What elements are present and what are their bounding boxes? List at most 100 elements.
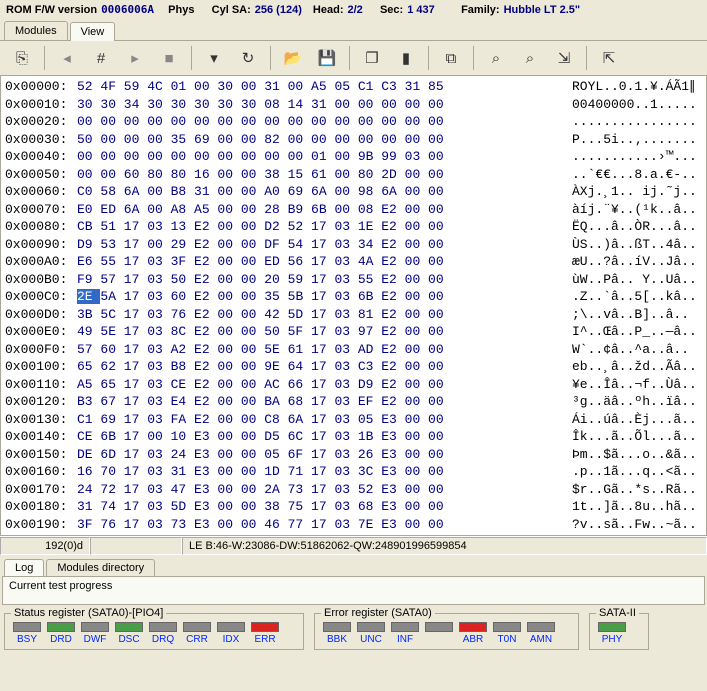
- hex-ascii[interactable]: W`..¢â..^a..­â..: [562, 341, 702, 359]
- hex-row[interactable]: 0x00040:00 00 00 00 00 00 00 00 00 00 01…: [5, 148, 702, 166]
- hex-row[interactable]: 0x00140:CE 6B 17 00 10 E3 00 00 D5 6C 17…: [5, 428, 702, 446]
- back-icon[interactable]: ◂: [51, 45, 83, 71]
- hex-bytes[interactable]: 49 5E 17 03 8C E2 00 00 50 5F 17 03 97 E…: [77, 323, 562, 341]
- hex-row[interactable]: 0x00110:A5 65 17 03 CE E2 00 00 AC 66 17…: [5, 376, 702, 394]
- find-icon[interactable]: ⌕: [480, 45, 512, 71]
- hex-bytes[interactable]: 3F 76 17 03 73 E3 00 00 46 77 17 03 7E E…: [77, 516, 562, 534]
- hex-bytes[interactable]: C1 69 17 03 FA E2 00 00 C8 6A 17 03 05 E…: [77, 411, 562, 429]
- hex-row[interactable]: 0x000A0:E6 55 17 03 3F E2 00 00 ED 56 17…: [5, 253, 702, 271]
- hex-bytes[interactable]: CB 51 17 03 13 E2 00 00 D2 52 17 03 1E E…: [77, 218, 562, 236]
- tab-view[interactable]: View: [70, 22, 116, 41]
- hex-bytes[interactable]: 31 74 17 03 5D E3 00 00 38 75 17 03 68 E…: [77, 498, 562, 516]
- hex-bytes[interactable]: 57 60 17 03 A2 E2 00 00 5E 61 17 03 AD E…: [77, 341, 562, 359]
- hex-bytes[interactable]: 00 00 60 80 80 16 00 00 38 15 61 00 80 2…: [77, 166, 562, 184]
- hex-ascii[interactable]: ùW..Pâ.. Y..Uâ..: [562, 271, 702, 289]
- hex-ascii[interactable]: I^..Œâ..P_..—â..: [562, 323, 702, 341]
- hex-row[interactable]: 0x00070:E0 ED 6A 00 A8 A5 00 00 28 B9 6B…: [5, 201, 702, 219]
- copy-icon[interactable]: ❐: [356, 45, 388, 71]
- hex-bytes[interactable]: 65 62 17 03 B8 E2 00 00 9E 64 17 03 C3 E…: [77, 358, 562, 376]
- export-icon[interactable]: ⇲: [548, 45, 580, 71]
- hex-address: 0x000A0:: [5, 253, 77, 271]
- hex-row[interactable]: 0x00160:16 70 17 03 31 E3 00 00 1D 71 17…: [5, 463, 702, 481]
- hex-row[interactable]: 0x00010:30 30 34 30 30 30 30 30 08 14 31…: [5, 96, 702, 114]
- hex-bytes[interactable]: 30 30 34 30 30 30 30 30 08 14 31 00 00 0…: [77, 96, 562, 114]
- hex-bytes[interactable]: F9 57 17 03 50 E2 00 00 20 59 17 03 55 E…: [77, 271, 562, 289]
- dropdown-icon[interactable]: ▾: [198, 45, 230, 71]
- hex-row[interactable]: 0x000D0:3B 5C 17 03 76 E2 00 00 42 5D 17…: [5, 306, 702, 324]
- hex-bytes[interactable]: 24 72 17 03 47 E3 00 00 2A 73 17 03 52 E…: [77, 481, 562, 499]
- hex-bytes[interactable]: E0 ED 6A 00 A8 A5 00 00 28 B9 6B 00 08 E…: [77, 201, 562, 219]
- hex-ascii[interactable]: P...5i..‚.......: [562, 131, 702, 149]
- hex-bytes[interactable]: B3 67 17 03 E4 E2 00 00 BA 68 17 03 EF E…: [77, 393, 562, 411]
- forward-icon[interactable]: ▸: [119, 45, 151, 71]
- find-next-icon[interactable]: ⌕: [514, 45, 546, 71]
- hex-row[interactable]: 0x00150:DE 6D 17 03 24 E3 00 00 05 6F 17…: [5, 446, 702, 464]
- tab-modules[interactable]: Modules: [4, 21, 68, 40]
- stop-icon[interactable]: ■: [153, 45, 185, 71]
- hex-ascii[interactable]: ËQ...â..ÒR...â..: [562, 218, 702, 236]
- hex-ascii[interactable]: Þm..$ã...o..&ã..: [562, 446, 702, 464]
- hex-ascii[interactable]: ..`€€...8.a.€-..: [562, 166, 702, 184]
- hex-row[interactable]: 0x00020:00 00 00 00 00 00 00 00 00 00 00…: [5, 113, 702, 131]
- reload-icon[interactable]: ↻: [232, 45, 264, 71]
- hex-row[interactable]: 0x00060:C0 58 6A 00 B8 31 00 00 A0 69 6A…: [5, 183, 702, 201]
- hex-row[interactable]: 0x00100:65 62 17 03 B8 E2 00 00 9E 64 17…: [5, 358, 702, 376]
- hex-ascii[interactable]: 1t..]ã..8u..hã..: [562, 498, 702, 516]
- hex-row[interactable]: 0x00120:B3 67 17 03 E4 E2 00 00 BA 68 17…: [5, 393, 702, 411]
- open-icon[interactable]: 📂: [277, 45, 309, 71]
- hex-bytes[interactable]: 2E 5A 17 03 60 E2 00 00 35 5B 17 03 6B E…: [77, 288, 562, 306]
- grid-icon[interactable]: #: [85, 45, 117, 71]
- hex-row[interactable]: 0x00190:3F 76 17 03 73 E3 00 00 46 77 17…: [5, 516, 702, 534]
- hex-bytes[interactable]: D9 53 17 00 29 E2 00 00 DF 54 17 03 34 E…: [77, 236, 562, 254]
- hex-bytes[interactable]: C0 58 6A 00 B8 31 00 00 A0 69 6A 00 98 6…: [77, 183, 562, 201]
- tab-modules-dir[interactable]: Modules directory: [46, 559, 155, 576]
- hex-ascii[interactable]: æU..?â..íV..Jâ..: [562, 253, 702, 271]
- paste-icon[interactable]: ▮: [390, 45, 422, 71]
- hex-ascii[interactable]: eb..¸â..žd..Ãâ..: [562, 358, 702, 376]
- hex-ascii[interactable]: ROYL..0.1.¥.ÁÃ1∥: [562, 78, 702, 96]
- save-icon[interactable]: 💾: [311, 45, 343, 71]
- hex-bytes[interactable]: 00 00 00 00 00 00 00 00 00 00 00 00 00 0…: [77, 113, 562, 131]
- hex-row[interactable]: 0x000C0:2E 5A 17 03 60 E2 00 00 35 5B 17…: [5, 288, 702, 306]
- hex-row[interactable]: 0x00130:C1 69 17 03 FA E2 00 00 C8 6A 17…: [5, 411, 702, 429]
- hex-row[interactable]: 0x00000:52 4F 59 4C 01 00 30 00 31 00 A5…: [5, 78, 702, 96]
- hex-bytes[interactable]: 16 70 17 03 31 E3 00 00 1D 71 17 03 3C E…: [77, 463, 562, 481]
- hex-row[interactable]: 0x00080:CB 51 17 03 13 E2 00 00 D2 52 17…: [5, 218, 702, 236]
- import-icon[interactable]: ⇱: [593, 45, 625, 71]
- hex-row[interactable]: 0x00050:00 00 60 80 80 16 00 00 38 15 61…: [5, 166, 702, 184]
- hex-ascii[interactable]: ................: [562, 113, 702, 131]
- hex-ascii[interactable]: àíj.¨¥..(¹k..â..: [562, 201, 702, 219]
- hex-bytes[interactable]: A5 65 17 03 CE E2 00 00 AC 66 17 03 D9 E…: [77, 376, 562, 394]
- hex-ascii[interactable]: ...........›™...: [562, 148, 702, 166]
- hex-ascii[interactable]: 00400000..1.....: [562, 96, 702, 114]
- hex-ascii[interactable]: ÀXj.¸1.. ij.˜j..: [562, 183, 702, 201]
- hex-row[interactable]: 0x000E0:49 5E 17 03 8C E2 00 00 50 5F 17…: [5, 323, 702, 341]
- hex-ascii[interactable]: $r..Gã..*s..Rã..: [562, 481, 702, 499]
- hex-ascii[interactable]: .Z..`â..5[..kâ..: [562, 288, 702, 306]
- hex-row[interactable]: 0x000B0:F9 57 17 03 50 E2 00 00 20 59 17…: [5, 271, 702, 289]
- hex-ascii[interactable]: Ái..úâ..Èj...ã..: [562, 411, 702, 429]
- hex-ascii[interactable]: .p..1ã...q..<ã..: [562, 463, 702, 481]
- hex-row[interactable]: 0x00170:24 72 17 03 47 E3 00 00 2A 73 17…: [5, 481, 702, 499]
- hex-ascii[interactable]: ;\..vâ..B]..â..: [562, 306, 702, 324]
- tab-log[interactable]: Log: [4, 559, 44, 576]
- hex-bytes[interactable]: 52 4F 59 4C 01 00 30 00 31 00 A5 05 C1 C…: [77, 78, 562, 96]
- hex-view[interactable]: 0x00000:52 4F 59 4C 01 00 30 00 31 00 A5…: [0, 76, 707, 536]
- hex-row[interactable]: 0x000F0:57 60 17 03 A2 E2 00 00 5E 61 17…: [5, 341, 702, 359]
- hex-ascii[interactable]: ?v..sã..Fw..~ã..: [562, 516, 702, 534]
- compare-icon[interactable]: ⧉: [435, 45, 467, 71]
- hex-bytes[interactable]: CE 6B 17 00 10 E3 00 00 D5 6C 17 03 1B E…: [77, 428, 562, 446]
- refresh-icon[interactable]: ⎘: [6, 45, 38, 71]
- hex-bytes[interactable]: 50 00 00 00 35 69 00 00 82 00 00 00 00 0…: [77, 131, 562, 149]
- hex-bytes[interactable]: E6 55 17 03 3F E2 00 00 ED 56 17 03 4A E…: [77, 253, 562, 271]
- hex-ascii[interactable]: ÙS..)â..ßT..4â..: [562, 236, 702, 254]
- hex-ascii[interactable]: ³g..äâ..ºh..ïâ..: [562, 393, 702, 411]
- hex-row[interactable]: 0x00180:31 74 17 03 5D E3 00 00 38 75 17…: [5, 498, 702, 516]
- hex-ascii[interactable]: Îk...ã..Õl...ã..: [562, 428, 702, 446]
- hex-ascii[interactable]: ¥e..Îâ..¬f..Ùâ..: [562, 376, 702, 394]
- hex-row[interactable]: 0x00030:50 00 00 00 35 69 00 00 82 00 00…: [5, 131, 702, 149]
- hex-bytes[interactable]: 00 00 00 00 00 00 00 00 00 00 01 00 9B 9…: [77, 148, 562, 166]
- hex-bytes[interactable]: DE 6D 17 03 24 E3 00 00 05 6F 17 03 26 E…: [77, 446, 562, 464]
- hex-row[interactable]: 0x00090:D9 53 17 00 29 E2 00 00 DF 54 17…: [5, 236, 702, 254]
- hex-bytes[interactable]: 3B 5C 17 03 76 E2 00 00 42 5D 17 03 81 E…: [77, 306, 562, 324]
